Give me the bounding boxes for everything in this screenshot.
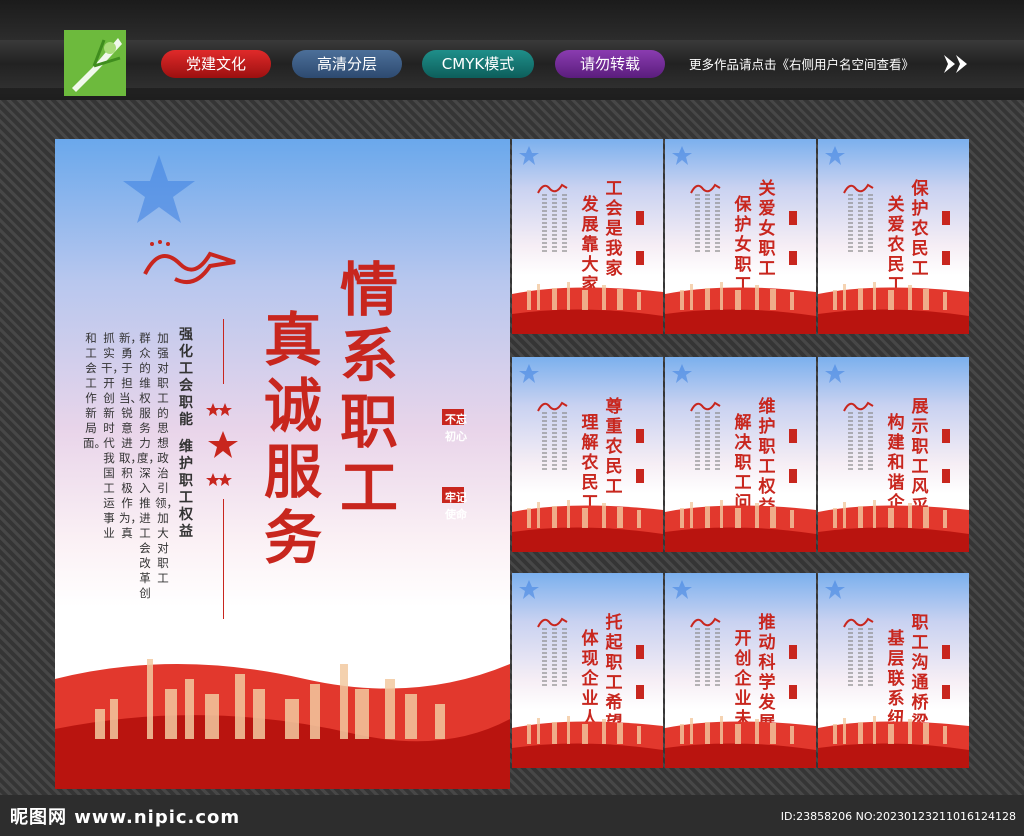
fine-print	[552, 194, 557, 254]
main-poster: 情系职工 真诚服务 强化工会职能 维护职工权益 加强对职工的思想政治引领，加大对…	[55, 139, 510, 789]
tag-cmyk[interactable]: CMYK模式	[422, 50, 534, 78]
mission-tag-icon	[789, 645, 797, 699]
mission-tag-icon	[942, 211, 950, 265]
card-title-line1: 关爱女职工	[758, 179, 776, 279]
fine-print	[858, 412, 863, 472]
fine-print	[868, 412, 873, 472]
card-title-line1: 工会是我家	[605, 179, 623, 279]
double-arrow-icon[interactable]	[942, 53, 972, 75]
fine-print	[552, 628, 557, 688]
red-skyline	[512, 282, 663, 334]
site-watermark: 昵图网 www.nipic.com	[10, 807, 241, 828]
mission-tag-icon	[636, 645, 644, 699]
poster-card: 工会是我家 发展靠大家	[512, 139, 663, 334]
fine-print	[695, 628, 700, 688]
site-logo[interactable]	[64, 30, 126, 96]
star-icon	[519, 580, 539, 599]
pen-logo-icon	[72, 38, 122, 92]
star-icon	[825, 580, 845, 599]
fine-print	[848, 194, 853, 254]
poster-card: 托起职工希望体现企业人文	[512, 573, 663, 768]
star-icon	[672, 146, 692, 165]
star-icon	[672, 364, 692, 383]
fine-print	[705, 194, 710, 254]
fine-print	[695, 412, 700, 472]
china-dream-logo-icon	[143, 240, 236, 284]
card-title-line1: 保护农民工	[911, 179, 929, 279]
poster-card: 关爱女职工 保护女职工	[665, 139, 816, 334]
mission-tag-icon	[942, 645, 950, 699]
fine-print	[542, 412, 547, 472]
star-icon	[672, 580, 692, 599]
fine-print	[705, 412, 710, 472]
fine-print	[552, 412, 557, 472]
star-icon	[825, 146, 845, 165]
poster-card: 保护农民工 关爱农民工	[818, 139, 969, 334]
fine-print	[562, 194, 567, 254]
mission-tag-icon	[942, 429, 950, 483]
red-skyline	[818, 282, 969, 334]
main-title-line1: 情系职工	[339, 256, 398, 522]
fine-print	[848, 628, 853, 688]
image-id-text: ID:23858206 NO:20230123211016124128	[780, 810, 1016, 823]
red-skyline	[818, 500, 969, 552]
tag-no-repost[interactable]: 请勿转载	[555, 50, 665, 78]
divider-line	[223, 499, 224, 619]
fine-print	[562, 412, 567, 472]
star-icon	[825, 364, 845, 383]
poster-card: 尊重农民工 理解农民工	[512, 357, 663, 552]
fine-print	[715, 194, 720, 254]
fine-print	[868, 628, 873, 688]
mission-tag-icon	[636, 211, 644, 265]
body-text-col5: 和工会工作新局面。	[83, 331, 106, 450]
red-wave-skyline	[55, 659, 510, 789]
fine-print	[715, 412, 720, 472]
star-cluster-icon	[206, 403, 238, 486]
mission-text-2: 牢记使命	[445, 491, 467, 521]
body-text-col2: 群众的维权服务力度，深入推进工会改革创	[137, 331, 160, 600]
subtitle-a: 强化工会职能	[179, 327, 193, 428]
fine-print	[858, 628, 863, 688]
fine-print	[848, 412, 853, 472]
fine-print	[542, 194, 547, 254]
red-skyline	[512, 500, 663, 552]
mission-tag-icon	[789, 429, 797, 483]
fine-print	[695, 194, 700, 254]
tag-party-culture[interactable]: 党建文化	[161, 50, 271, 78]
fine-print	[858, 194, 863, 254]
red-skyline	[665, 716, 816, 768]
more-works-link[interactable]: 更多作品请点击《右侧用户名空间查看》	[689, 54, 914, 73]
poster-card: 展示职工风采构建和谐企业	[818, 357, 969, 552]
main-title-line2: 真诚服务	[263, 306, 322, 572]
divider-line	[223, 319, 224, 384]
poster-card: 职工沟通桥梁基层联系纽带	[818, 573, 969, 768]
mission-tag-icon	[789, 211, 797, 265]
fine-print	[715, 628, 720, 688]
star-icon	[519, 146, 539, 165]
mission-tag-icon	[636, 429, 644, 483]
tag-hd-layers[interactable]: 高清分层	[292, 50, 402, 78]
fine-print	[705, 628, 710, 688]
poster-card: 维护职工权益解决职工问题	[665, 357, 816, 552]
fine-print	[542, 628, 547, 688]
star-icon	[123, 155, 195, 223]
star-icon	[519, 364, 539, 383]
fine-print	[868, 194, 873, 254]
mission-text-1: 不忘初心	[445, 413, 467, 443]
poster-card: 推动科学发展开创企业未来	[665, 573, 816, 768]
subtitle-b: 维护职工权益	[179, 439, 193, 540]
red-skyline	[512, 716, 663, 768]
fine-print	[562, 628, 567, 688]
red-skyline	[665, 282, 816, 334]
red-skyline	[665, 500, 816, 552]
card-title-line1: 尊重农民工	[605, 397, 623, 497]
red-skyline	[818, 716, 969, 768]
